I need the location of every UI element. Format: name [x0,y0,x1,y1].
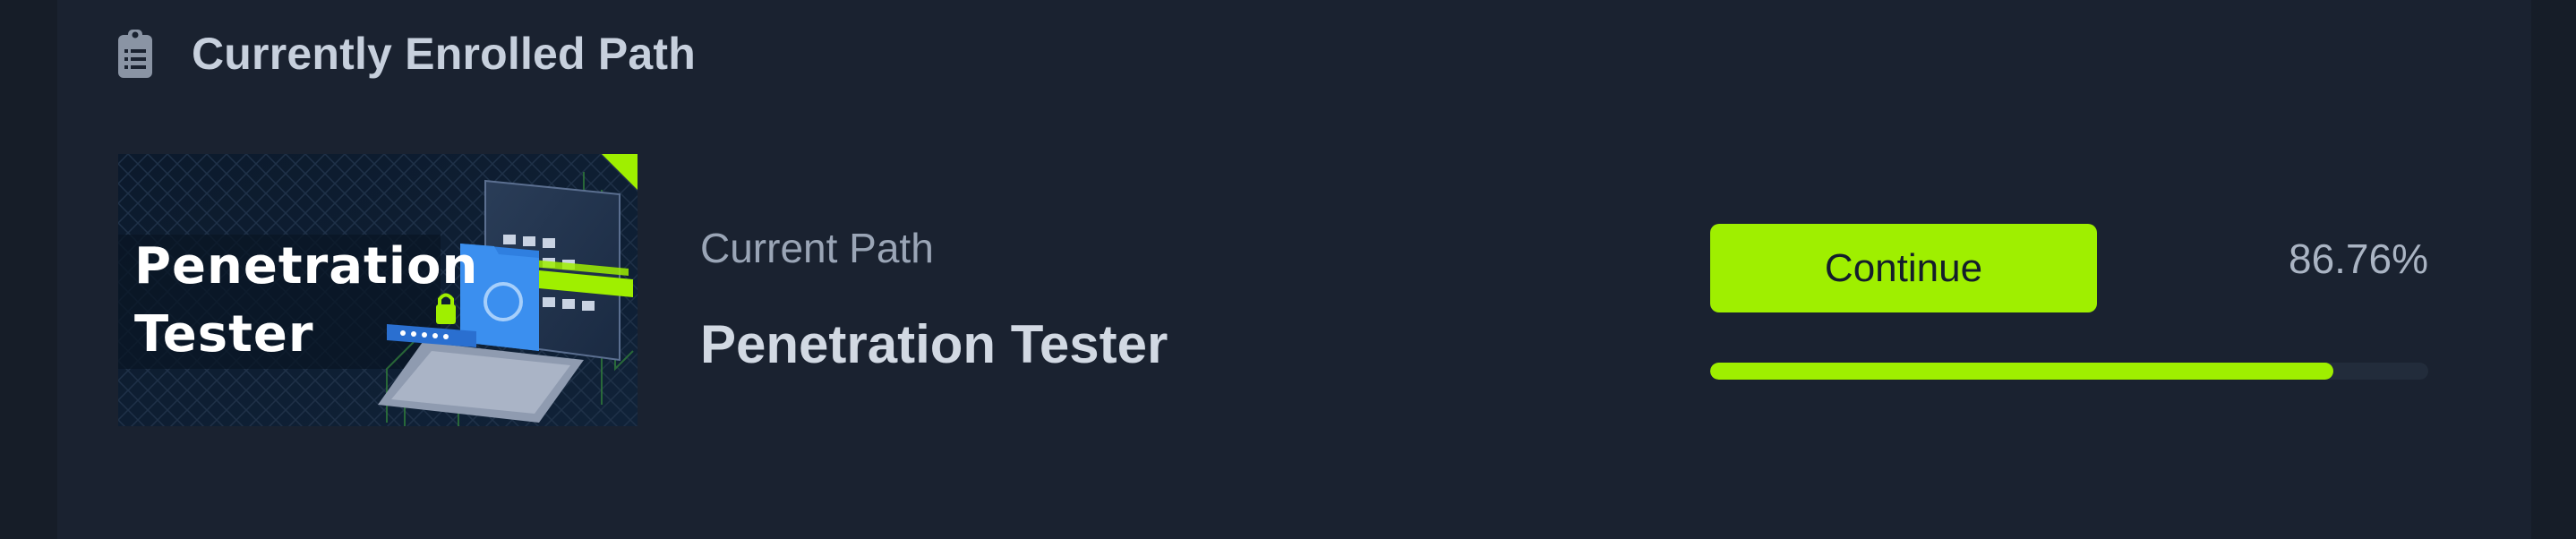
clipboard-list-icon [118,30,152,78]
section-header: Currently Enrolled Path [116,25,696,82]
path-thumbnail[interactable]: Penetration Tester [118,154,638,426]
enrolled-path-panel: Currently Enrolled Path Penetration Test… [0,0,2576,539]
progress-bar-fill [1710,363,2333,380]
progress-bar [1710,363,2428,380]
continue-button[interactable]: Continue [1710,224,2097,312]
progress-percent: 86.76% [2288,235,2428,282]
section-title: Currently Enrolled Path [192,29,697,79]
left-edge-strip [0,0,57,539]
thumbnail-title: Penetration Tester [134,237,479,364]
current-path-label: Current Path [700,225,934,271]
path-name[interactable]: Penetration Tester [700,313,1168,375]
right-edge-strip [2531,0,2576,539]
